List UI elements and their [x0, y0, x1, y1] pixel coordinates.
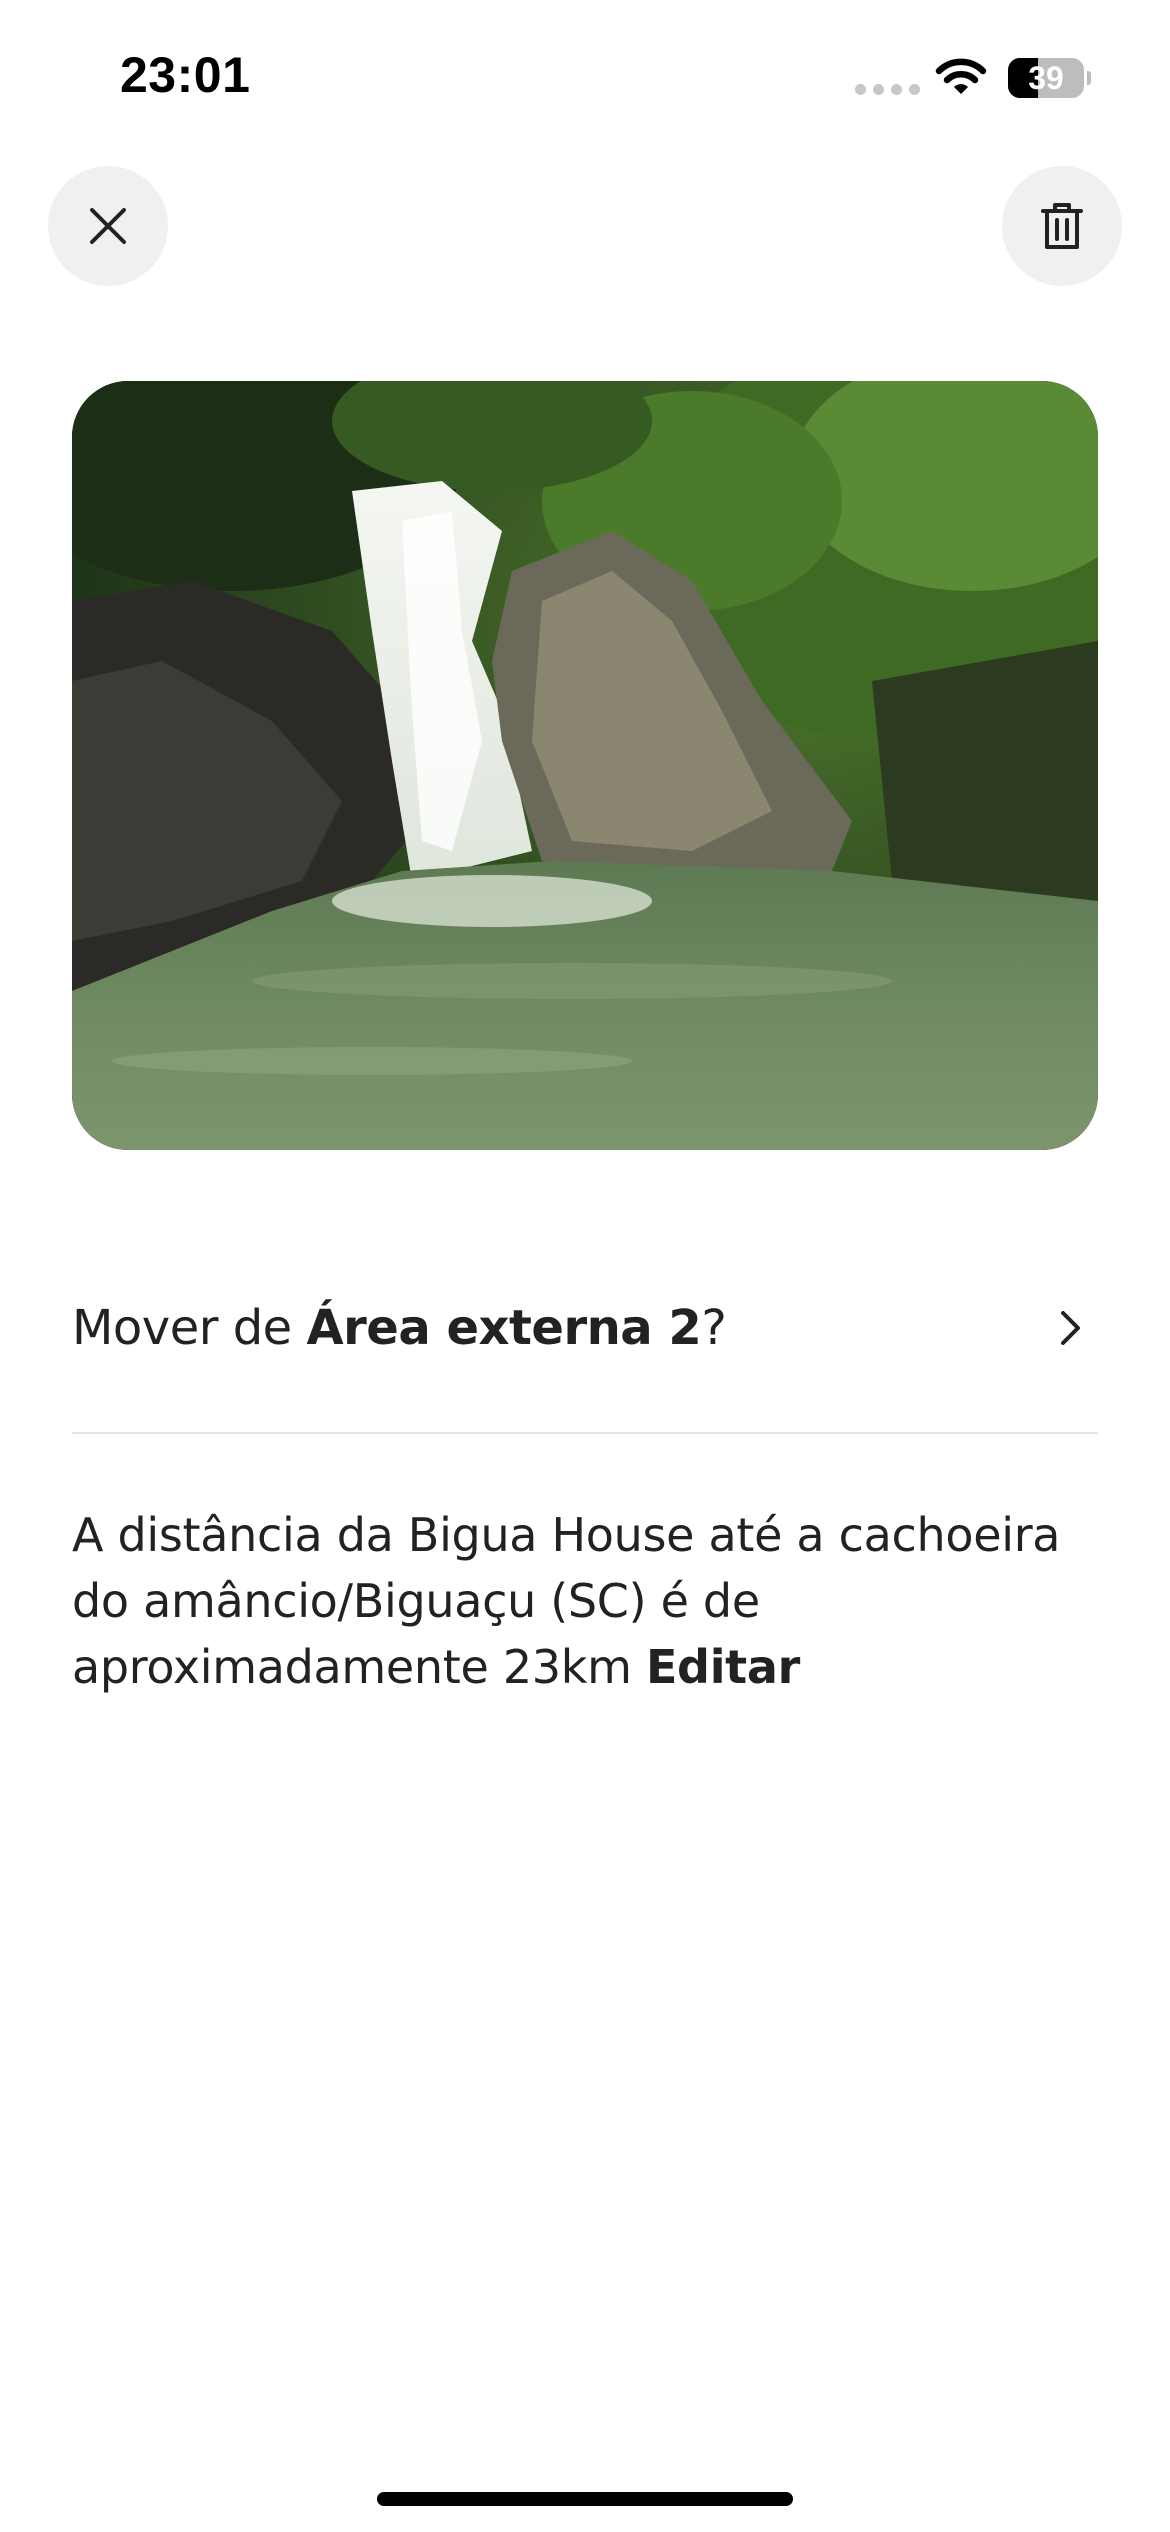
move-prefix: Mover de: [72, 1300, 307, 1356]
close-button[interactable]: [48, 166, 168, 286]
cellular-signal-icon: [855, 84, 920, 95]
move-area-row[interactable]: Mover de Área externa 2?: [72, 1268, 1098, 1388]
status-bar: 23:01 39: [0, 0, 1170, 150]
waterfall-photo[interactable]: [72, 381, 1098, 1150]
photo-caption: A distância da Bigua House até a cachoei…: [72, 1502, 1098, 1700]
edit-caption-link[interactable]: Editar: [646, 1640, 800, 1694]
battery-level: 39: [1028, 60, 1064, 96]
move-area-text: Mover de Área externa 2?: [72, 1300, 727, 1356]
close-icon: [90, 208, 126, 244]
divider: [72, 1432, 1098, 1434]
delete-button[interactable]: [1002, 166, 1122, 286]
status-time: 23:01: [120, 47, 251, 103]
chevron-right-icon: [1061, 1311, 1080, 1345]
move-suffix: ?: [701, 1300, 727, 1356]
area-name: Área externa 2: [306, 1300, 702, 1356]
battery-icon: 39: [1008, 58, 1091, 98]
trash-icon: [1041, 203, 1083, 249]
home-indicator[interactable]: [377, 2492, 793, 2506]
wifi-icon: [935, 58, 987, 94]
caption-text: A distância da Bigua House até a cachoei…: [72, 1508, 1061, 1694]
